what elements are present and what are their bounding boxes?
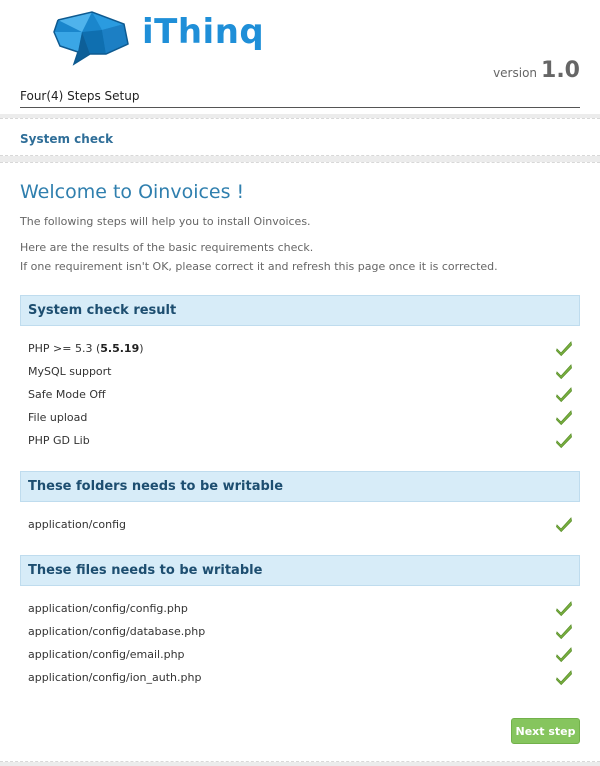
check-label: PHP >= 5.3 (5.5.19) [28, 342, 144, 355]
system-check-header: System check result [20, 295, 580, 326]
check-label: File upload [28, 411, 88, 424]
file-label: application/config/database.php [28, 625, 206, 638]
version-prefix: version [493, 66, 538, 80]
file-row-email: application/config/email.php [28, 645, 573, 665]
files-header: These files needs to be writable [20, 555, 580, 586]
php-label-prefix: PHP >= 5.3 ( [28, 342, 101, 355]
version-label: version 1.0 [493, 58, 580, 83]
requirements-note-line2: If one requirement isn't OK, please corr… [20, 260, 498, 273]
checkmark-icon [556, 624, 572, 640]
file-row-ion-auth: application/config/ion_auth.php [28, 668, 573, 688]
next-step-button[interactable]: Next step [511, 718, 580, 744]
checkmark-icon [556, 517, 572, 533]
php-label-suffix: ) [139, 342, 144, 355]
current-step-title: System check [20, 132, 114, 146]
section-title: These files needs to be writable [28, 563, 263, 578]
check-row-file-upload: File upload [28, 408, 573, 428]
steps-title: Four(4) Steps Setup [20, 89, 140, 103]
checkmark-icon [556, 364, 572, 380]
check-row-safe-mode: Safe Mode Off [28, 385, 573, 405]
requirements-note-line1: Here are the results of the basic requir… [20, 241, 314, 254]
checkmark-icon [556, 387, 572, 403]
main-panel: Welcome to Oinvoices ! The following ste… [0, 162, 600, 762]
file-label: application/config/config.php [28, 602, 188, 615]
check-label: Safe Mode Off [28, 388, 106, 401]
checkmark-icon [556, 433, 572, 449]
folder-row-config: application/config [28, 515, 573, 535]
checkmark-icon [556, 410, 572, 426]
file-row-database: application/config/database.php [28, 622, 573, 642]
file-row-config: application/config/config.php [28, 599, 573, 619]
checkmark-icon [556, 647, 572, 663]
logo-text: iThinq [142, 12, 265, 52]
file-label: application/config/email.php [28, 648, 185, 661]
section-title: These folders needs to be writable [28, 479, 284, 494]
header: iThinq version 1.0 Four(4) Steps Setup [0, 0, 600, 114]
folder-label: application/config [28, 518, 127, 531]
checkmark-icon [556, 601, 572, 617]
check-label: MySQL support [28, 365, 112, 378]
header-divider [20, 107, 580, 108]
step-bar: System check [0, 118, 600, 156]
folders-header: These folders needs to be writable [20, 471, 580, 502]
check-row-gd-lib: PHP GD Lib [28, 431, 573, 451]
php-version: 5.5.19 [100, 342, 140, 355]
version-number: 1.0 [541, 58, 580, 83]
checkmark-icon [556, 341, 572, 357]
speech-bubble-logo-icon [53, 11, 129, 66]
check-label: PHP GD Lib [28, 434, 90, 447]
check-row-mysql: MySQL support [28, 362, 573, 382]
check-row-php: PHP >= 5.3 (5.5.19) [28, 339, 573, 359]
file-label: application/config/ion_auth.php [28, 671, 202, 684]
page-title: Welcome to Oinvoices ! [20, 181, 245, 203]
intro-text: The following steps will help you to ins… [20, 215, 311, 228]
section-title: System check result [28, 303, 177, 318]
checkmark-icon [556, 670, 572, 686]
